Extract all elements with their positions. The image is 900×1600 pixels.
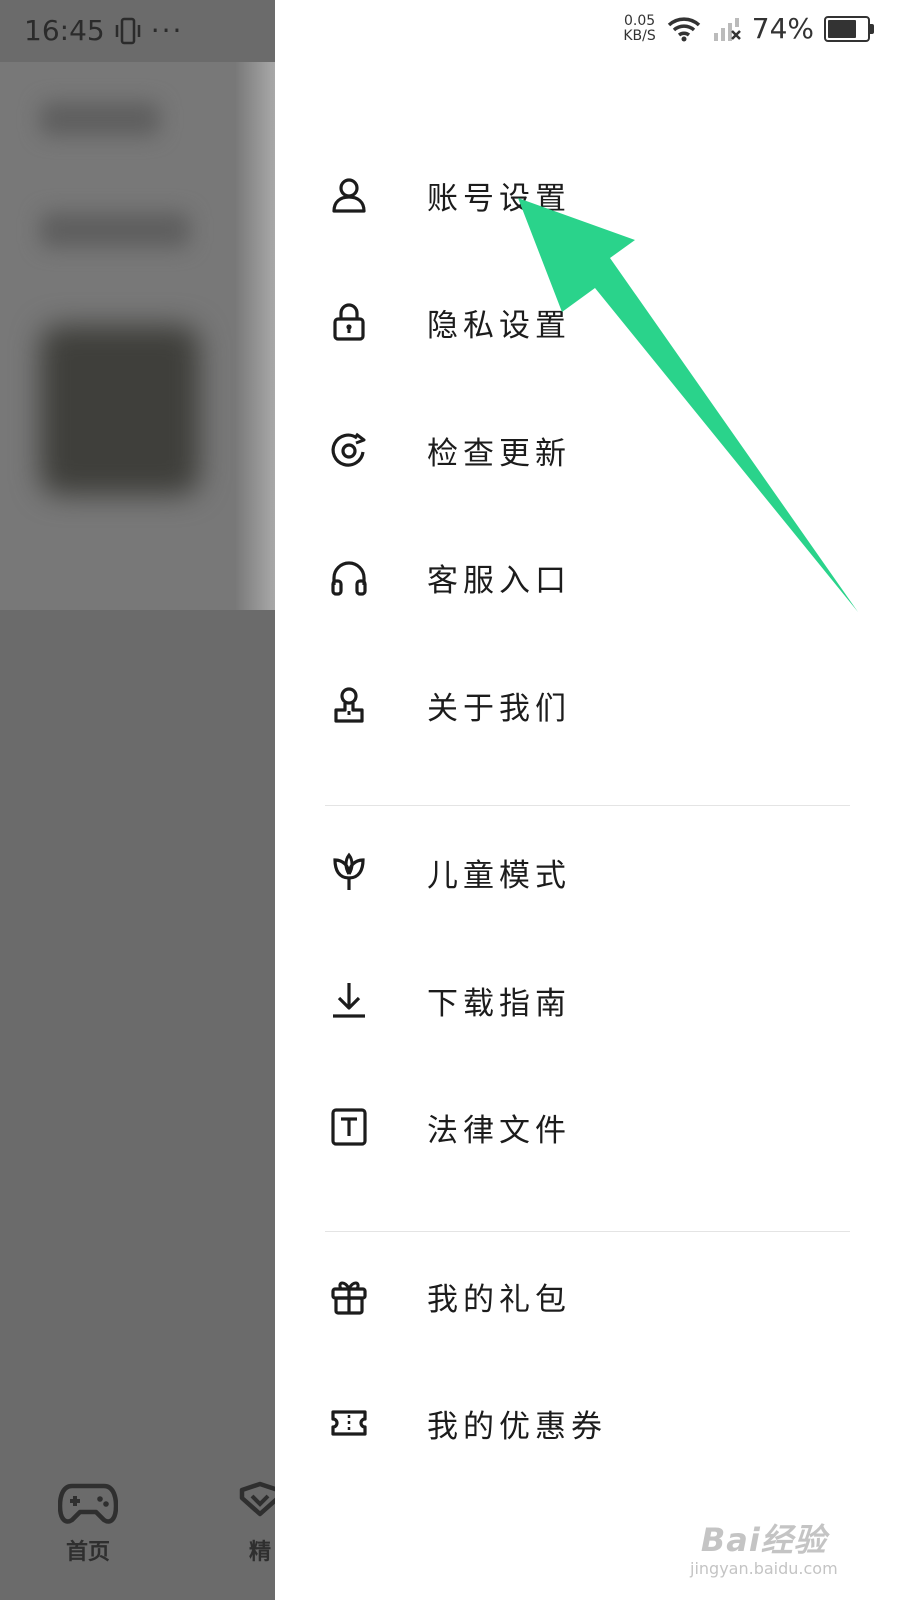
- more-notifications-icon: ···: [150, 14, 184, 47]
- refresh-icon: [329, 430, 369, 470]
- bottom-nav: 首页 精: [0, 1470, 275, 1600]
- menu-divider: [325, 1231, 850, 1232]
- menu-label: 我的礼包: [427, 1281, 571, 1318]
- menu-label: 我的优惠券: [427, 1408, 607, 1445]
- network-speed-unit: KB/S: [623, 27, 656, 44]
- download-icon: [329, 980, 369, 1020]
- menu-divider: [325, 805, 850, 806]
- vibrate-icon: [115, 17, 140, 44]
- status-bar-right: 0.05 KB/S 74%: [623, 12, 874, 45]
- menu-item-about-us[interactable]: 关于我们: [275, 655, 900, 755]
- menu-item-my-coupons[interactable]: 我的优惠券: [275, 1373, 900, 1473]
- gift-icon: [329, 1276, 369, 1316]
- menu-item-legal-documents[interactable]: 法律文件: [275, 1077, 900, 1177]
- signal-no-service-icon: [713, 17, 741, 41]
- battery-icon: [824, 15, 874, 42]
- status-bar-left: 16:45 ···: [24, 14, 183, 47]
- network-speed-value: 0.05: [623, 12, 656, 29]
- watermark-logo: Bai经验: [700, 1521, 827, 1559]
- gamepad-icon: [58, 1483, 118, 1524]
- sprout-icon: [329, 852, 369, 892]
- menu-label: 下载指南: [427, 985, 571, 1022]
- lock-icon: [329, 302, 369, 342]
- blurred-thumbnail: [40, 325, 200, 495]
- wifi-icon: [667, 16, 700, 41]
- menu-label: 隐私设置: [427, 307, 571, 344]
- ticket-icon: [329, 1403, 369, 1443]
- battery-percent: 74%: [751, 12, 814, 45]
- blurred-text: [40, 212, 190, 248]
- user-icon: [329, 175, 369, 215]
- menu-item-kids-mode[interactable]: 儿童模式: [275, 822, 900, 922]
- watermark-url: jingyan.baidu.com: [690, 1559, 838, 1578]
- menu-item-privacy-settings[interactable]: 隐私设置: [275, 272, 900, 372]
- nav-label-home: 首页: [65, 1540, 110, 1565]
- menu-item-check-update[interactable]: 检查更新: [275, 400, 900, 500]
- menu-item-customer-service[interactable]: 客服入口: [275, 527, 900, 627]
- side-drawer: 0.05 KB/S 74% 账号设置 隐私设置 检查更新 客服入口 关于我们 儿…: [275, 0, 900, 1600]
- menu-item-my-gifts[interactable]: 我的礼包: [275, 1246, 900, 1346]
- menu-item-download-guide[interactable]: 下载指南: [275, 950, 900, 1050]
- person-badge-icon: [329, 685, 369, 725]
- heart-icon: [239, 1481, 275, 1517]
- menu-label: 客服入口: [427, 562, 571, 599]
- menu-item-account-settings[interactable]: 账号设置: [275, 145, 900, 245]
- drawer-shadow: [235, 62, 275, 610]
- nav-item-home[interactable]: 首页: [58, 1480, 118, 1566]
- nav-label-featured: 精: [248, 1540, 271, 1565]
- network-speed: 0.05 KB/S: [623, 12, 656, 44]
- menu-label: 账号设置: [427, 180, 571, 217]
- menu-label: 儿童模式: [427, 857, 571, 894]
- nav-item-featured[interactable]: 精: [238, 1480, 275, 1566]
- watermark: Bai经验 jingyan.baidu.com: [690, 1515, 838, 1578]
- text-box-icon: [329, 1107, 369, 1147]
- status-time: 16:45: [24, 14, 105, 47]
- menu-label: 法律文件: [427, 1112, 571, 1149]
- background-app: 16:45 ··· 首页 精: [0, 0, 275, 1600]
- menu-label: 检查更新: [427, 435, 571, 472]
- battery-fill: [828, 19, 857, 38]
- menu-label: 关于我们: [427, 690, 571, 727]
- headphones-icon: [329, 557, 369, 597]
- blurred-text: [40, 102, 160, 136]
